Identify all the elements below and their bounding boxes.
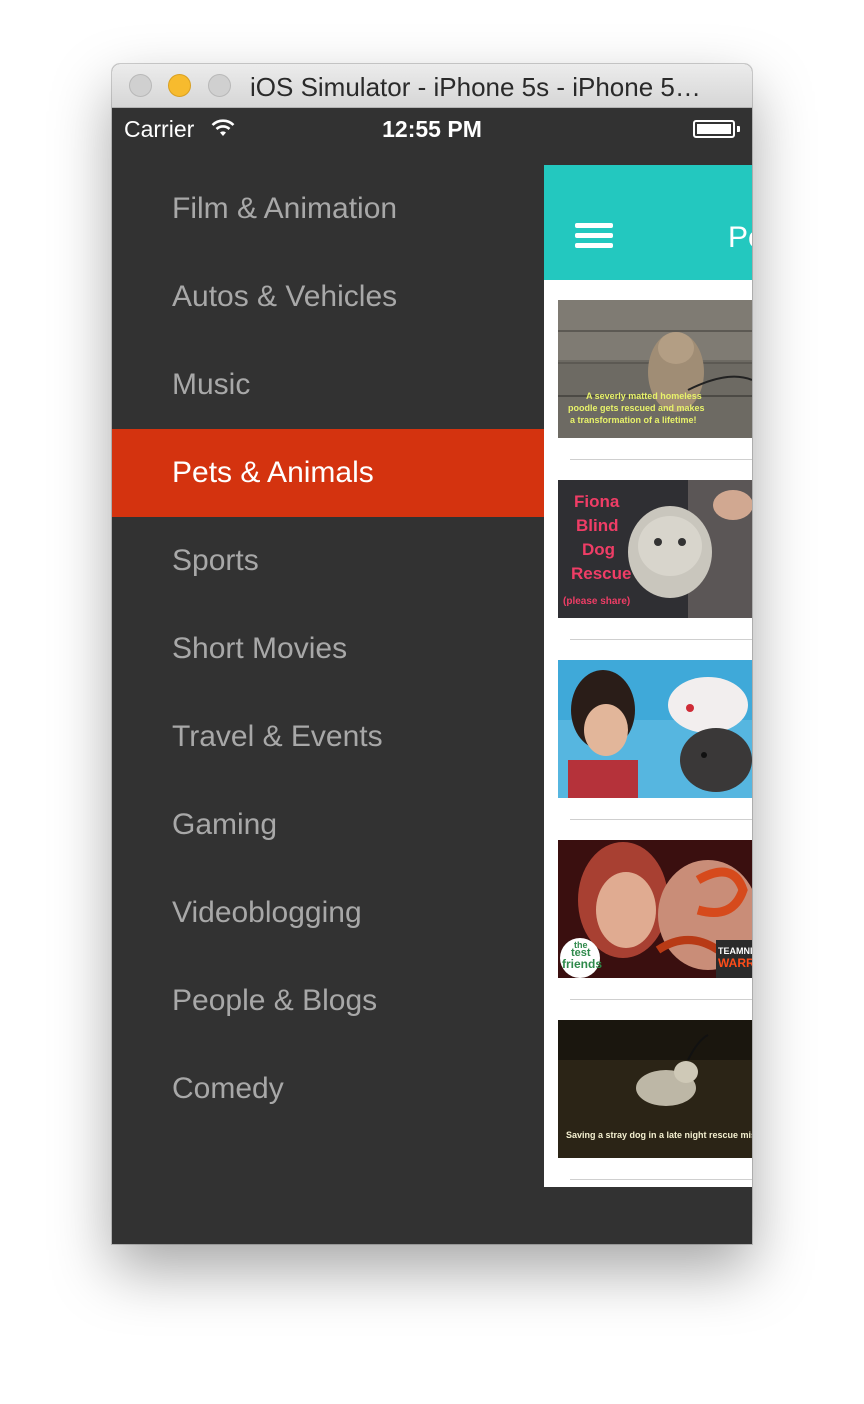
video-thumbnail[interactable]: Saving a stray dog in a late night rescu… [558,1020,752,1158]
window-title: iOS Simulator - iPhone 5s - iPhone 5… [250,72,701,102]
battery-tip [737,126,740,132]
row-separator [570,639,752,640]
video-thumbnail[interactable]: the test friends TEAMNI WARRI [558,840,752,978]
menu-item[interactable]: Gaming [112,781,544,869]
thumbnail-caption: Saving a stray dog in a late night rescu… [566,1130,752,1140]
row-separator [570,819,752,820]
video-thumbnail[interactable] [558,660,752,798]
close-window-button[interactable] [129,74,152,97]
menu-item[interactable]: Videoblogging [112,869,544,957]
thumbnail-caption: Blind [576,516,619,535]
menu-item[interactable]: Comedy [112,1045,544,1133]
battery-icon [693,120,735,138]
menu-item[interactable]: Film & Animation [112,165,544,253]
thumbnail-caption: a transformation of a lifetime! [570,415,697,425]
rats-thumbnail-image [558,660,752,798]
menu-item[interactable]: Music [112,341,544,429]
row-separator [570,999,752,1000]
row-separator [570,459,752,460]
thumbnail-logo-text: WARRI [718,956,752,970]
battery-level [697,124,731,134]
menu-item[interactable]: Short Movies [112,605,544,693]
menu-item[interactable]: Travel & Events [112,693,544,781]
minimize-window-button[interactable] [168,74,191,97]
video-thumbnail[interactable]: Fiona Blind Dog Rescue (please share) [558,480,752,618]
window-titlebar[interactable]: iOS Simulator - iPhone 5s - iPhone 5… [112,64,752,108]
thumbnail-caption: A severly matted homeless [586,391,702,401]
category-menu: Film & Animation Autos & Vehicles Music Pet… [112,165,544,1133]
navigation-bar: Pe [544,165,752,280]
menu-item[interactable]: Autos & Vehicles [112,253,544,341]
nav-title: Pe [728,221,752,254]
thumbnail-caption: Dog [582,540,616,559]
thumbnail-caption: Rescue [571,564,632,583]
thumbnail-caption: poodle gets rescued and makes [568,403,705,413]
content-panel: Pe A severly matted homeless poodle gets… [544,165,752,1187]
menu-item[interactable]: Pets & Animals [112,429,544,517]
zoom-window-button[interactable] [208,74,231,97]
status-time: 12:55 PM [382,116,482,142]
simulator-window: iOS Simulator - iPhone 5s - iPhone 5… Ca… [112,64,752,1244]
ios-status-bar: Carrier 12:55 PM [112,108,752,152]
menu-item[interactable]: People & Blogs [112,957,544,1045]
row-separator [570,1179,752,1180]
thumbnail-caption: (please share) [563,596,631,607]
video-thumbnail[interactable]: A severly matted homeless poodle gets re… [558,300,752,438]
thumbnail-caption: Fiona [574,492,620,511]
menu-item[interactable]: Sports [112,517,544,605]
hamburger-icon[interactable] [575,223,613,253]
thumbnail-logo-text: friends [562,957,603,971]
